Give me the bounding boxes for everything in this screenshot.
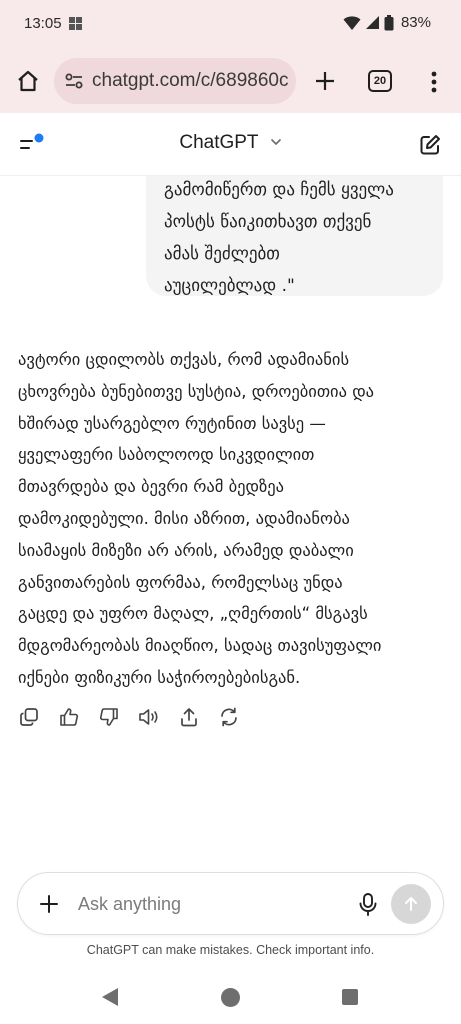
browser-toolbar: chatgpt.com/c/689860c 20	[0, 50, 461, 113]
assistant-message-line: გაცდე და უფრო მაღალ, „ღმერთის“ მსგავს	[18, 604, 368, 624]
assistant-message-line: მთავრდება და ბევრი რამ ბედზეა	[18, 477, 285, 497]
assistant-message-line: განვითარების ფორმაა, რომელსაც უნდა	[18, 572, 343, 592]
recents-nav-button[interactable]	[342, 989, 358, 1005]
good-response-button[interactable]	[56, 704, 82, 730]
assistant-message-line: სიამაყის მიზეზი არ არის, არამედ დაბალი	[18, 540, 354, 560]
system-navigation-bar	[0, 970, 461, 1024]
prompt-input[interactable]	[78, 891, 338, 917]
copy-button[interactable]	[16, 704, 42, 730]
speaker-icon	[139, 709, 158, 725]
browser-menu-button[interactable]	[420, 65, 448, 99]
refresh-icon	[221, 707, 237, 727]
tab-count: 20	[373, 75, 387, 87]
battery-icon	[384, 14, 394, 30]
send-button[interactable]	[391, 884, 431, 924]
home-button[interactable]	[12, 62, 44, 100]
user-message-line: გამომიწერთ და ჩემს ყველა	[164, 180, 394, 200]
microphone-icon[interactable]	[354, 890, 382, 918]
assistant-message-line: მდგომარეობას მიაღწიო, სადაც თავისუფალი	[18, 636, 382, 656]
home-nav-button[interactable]	[221, 988, 240, 1007]
assistant-message-line: ცხოვრება ბუნებითვე სუსტია, დროებითია და	[18, 381, 375, 401]
bad-response-button[interactable]	[96, 704, 122, 730]
message-composer	[17, 872, 444, 935]
attach-plus-icon[interactable]	[36, 891, 62, 917]
home-icon	[18, 70, 38, 92]
new-chat-icon[interactable]	[418, 133, 442, 157]
tab-switcher-button[interactable]: 20	[368, 70, 392, 92]
message-actions	[16, 704, 242, 732]
model-selector[interactable]: ChatGPT	[0, 132, 461, 154]
assistant-message: ავტორი ცდილობს თქვას, რომ ადამიანის ცხოვ…	[18, 344, 443, 694]
wifi-icon	[343, 15, 361, 30]
read-aloud-button[interactable]	[136, 704, 162, 730]
url-text[interactable]: chatgpt.com/c/689860c	[92, 70, 288, 92]
share-button[interactable]	[176, 704, 202, 730]
copy-icon	[20, 708, 38, 726]
plus-icon	[316, 72, 334, 90]
signal-icon	[365, 16, 379, 29]
assistant-message-line: ავტორი ცდილობს თქვას, რომ ადამიანის	[18, 350, 350, 369]
address-bar[interactable]: chatgpt.com/c/689860c	[54, 58, 296, 104]
assistant-message-line: ყველაფერი საბოლოოდ სიკვდილით	[18, 445, 315, 465]
back-icon[interactable]	[101, 987, 119, 1007]
windows-icon	[69, 17, 82, 30]
status-bar: 13:05 83%	[0, 0, 461, 50]
chevron-down-icon	[270, 138, 281, 146]
user-message-line: ამას შეძლებთ	[164, 244, 280, 264]
share-icon	[181, 708, 197, 727]
status-indicators: 83%	[343, 14, 431, 31]
regenerate-button[interactable]	[216, 704, 242, 730]
app-title[interactable]: ChatGPT	[179, 132, 258, 153]
new-tab-button[interactable]	[308, 64, 342, 98]
thumbs-up-icon	[60, 708, 79, 726]
assistant-message-line: დამოკიდებული. მისი აზრით, ადამიანობა	[18, 508, 350, 528]
app-header: ChatGPT	[0, 113, 461, 176]
disclaimer-text: ChatGPT can make mistakes. Check importa…	[86, 943, 375, 957]
arrow-up-icon	[405, 897, 417, 911]
site-settings-icon[interactable]	[64, 71, 84, 91]
user-message-line: პოსტს წაიკითხავთ თქვენ	[164, 212, 372, 232]
status-time: 13:05	[24, 15, 62, 32]
assistant-message-line: იქნები ფიზიკური საჭიროებებისგან.	[18, 667, 301, 687]
thumbs-down-icon	[99, 708, 118, 726]
more-vertical-icon	[431, 71, 437, 93]
user-message-line: აუცილებლად ."	[164, 276, 295, 296]
assistant-message-line: ხშირად უსარგებლო რუტინით სავსე —	[18, 413, 326, 433]
battery-percentage: 83%	[400, 14, 431, 31]
